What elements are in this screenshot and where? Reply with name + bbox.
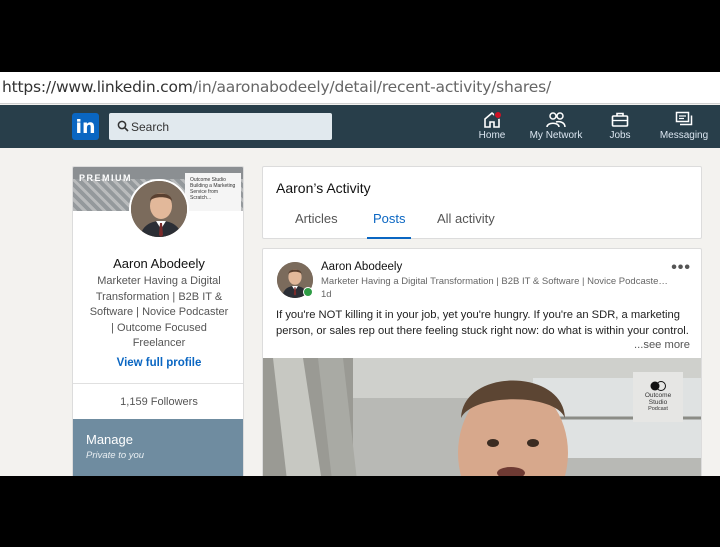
url-path: /in/aaronabodeely/detail/recent-activity… (192, 78, 551, 96)
tab-articles[interactable]: Articles (295, 211, 338, 226)
podcast-logo-line1: Outcome (644, 392, 672, 399)
divider (73, 383, 243, 384)
tab-all-activity[interactable]: All activity (437, 211, 495, 226)
tab-posts[interactable]: Posts (373, 211, 406, 226)
premium-label: PREMIUM (79, 173, 132, 183)
search-box[interactable] (109, 113, 332, 140)
post-timestamp: 1d (321, 289, 332, 300)
profile-avatar[interactable] (129, 179, 189, 239)
banner-card: Outcome Studio Building a Marketing Serv… (185, 173, 241, 211)
manage-subtitle: Private to you (86, 450, 145, 461)
nav-messaging-label: Messaging (659, 130, 709, 141)
messaging-icon (675, 111, 693, 126)
activity-header-card: Aaron’s Activity Articles Posts All acti… (262, 166, 702, 239)
nav-jobs[interactable]: Jobs (604, 111, 636, 147)
podcast-logo-line3: Podcast (648, 406, 668, 412)
podcast-logo-line2: Studio (648, 399, 668, 406)
view-full-profile-link[interactable]: View full profile (73, 357, 243, 369)
post-author-headline: Marketer Having a Digital Transformation… (321, 276, 671, 287)
podcast-logo-icon (650, 381, 666, 391)
more-options-icon[interactable]: ••• (671, 259, 691, 277)
post-card: Aaron Abodeely Marketer Having a Digital… (262, 248, 702, 476)
nav-messaging[interactable]: Messaging (658, 111, 710, 147)
manage-title: Manage (86, 432, 133, 447)
followers-count[interactable]: 1,159 Followers (73, 396, 243, 408)
screen: https://www.linkedin.com/in/aaronabodeel… (0, 72, 720, 476)
profile-name[interactable]: Aaron Abodeely (73, 256, 243, 271)
nav-jobs-label: Jobs (609, 130, 631, 141)
briefcase-icon (611, 112, 629, 127)
nav-home[interactable]: Home (472, 111, 512, 147)
url-text[interactable]: https://www.linkedin.com/in/aaronabodeel… (2, 78, 551, 96)
linkedin-logo[interactable]: in (72, 113, 99, 140)
see-more-link[interactable]: ...see more (634, 339, 690, 351)
network-icon (546, 112, 566, 128)
search-icon (117, 120, 129, 132)
notification-badge (494, 111, 502, 119)
search-input[interactable] (131, 113, 326, 140)
manage-section[interactable]: Manage Private to you (73, 419, 243, 476)
url-domain: https://www.linkedin.com (2, 78, 193, 96)
post-video[interactable]: Outcome Studio Podcast (263, 358, 701, 476)
profile-headline: Marketer Having a Digital Transformation… (89, 275, 229, 349)
active-tab-indicator (367, 237, 411, 239)
address-bar[interactable]: https://www.linkedin.com/in/aaronabodeel… (0, 72, 720, 104)
post-text: If you're NOT killing it in your job, ye… (276, 309, 689, 337)
nav-home-label: Home (478, 130, 506, 141)
profile-card: Outcome Studio Building a Marketing Serv… (72, 166, 244, 476)
post-author-name[interactable]: Aaron Abodeely (321, 261, 402, 273)
person-photo-icon (131, 181, 187, 237)
online-status-dot (303, 287, 313, 297)
nav-my-network[interactable]: My Network (526, 111, 586, 147)
nav-my-network-label: My Network (529, 130, 583, 141)
top-nav: in Home My Network Jobs Messaging (0, 105, 720, 148)
activity-title: Aaron’s Activity (276, 180, 371, 196)
banner-card-text: Outcome Studio Building a Marketing Serv… (190, 177, 236, 201)
podcast-logo: Outcome Studio Podcast (633, 372, 683, 422)
